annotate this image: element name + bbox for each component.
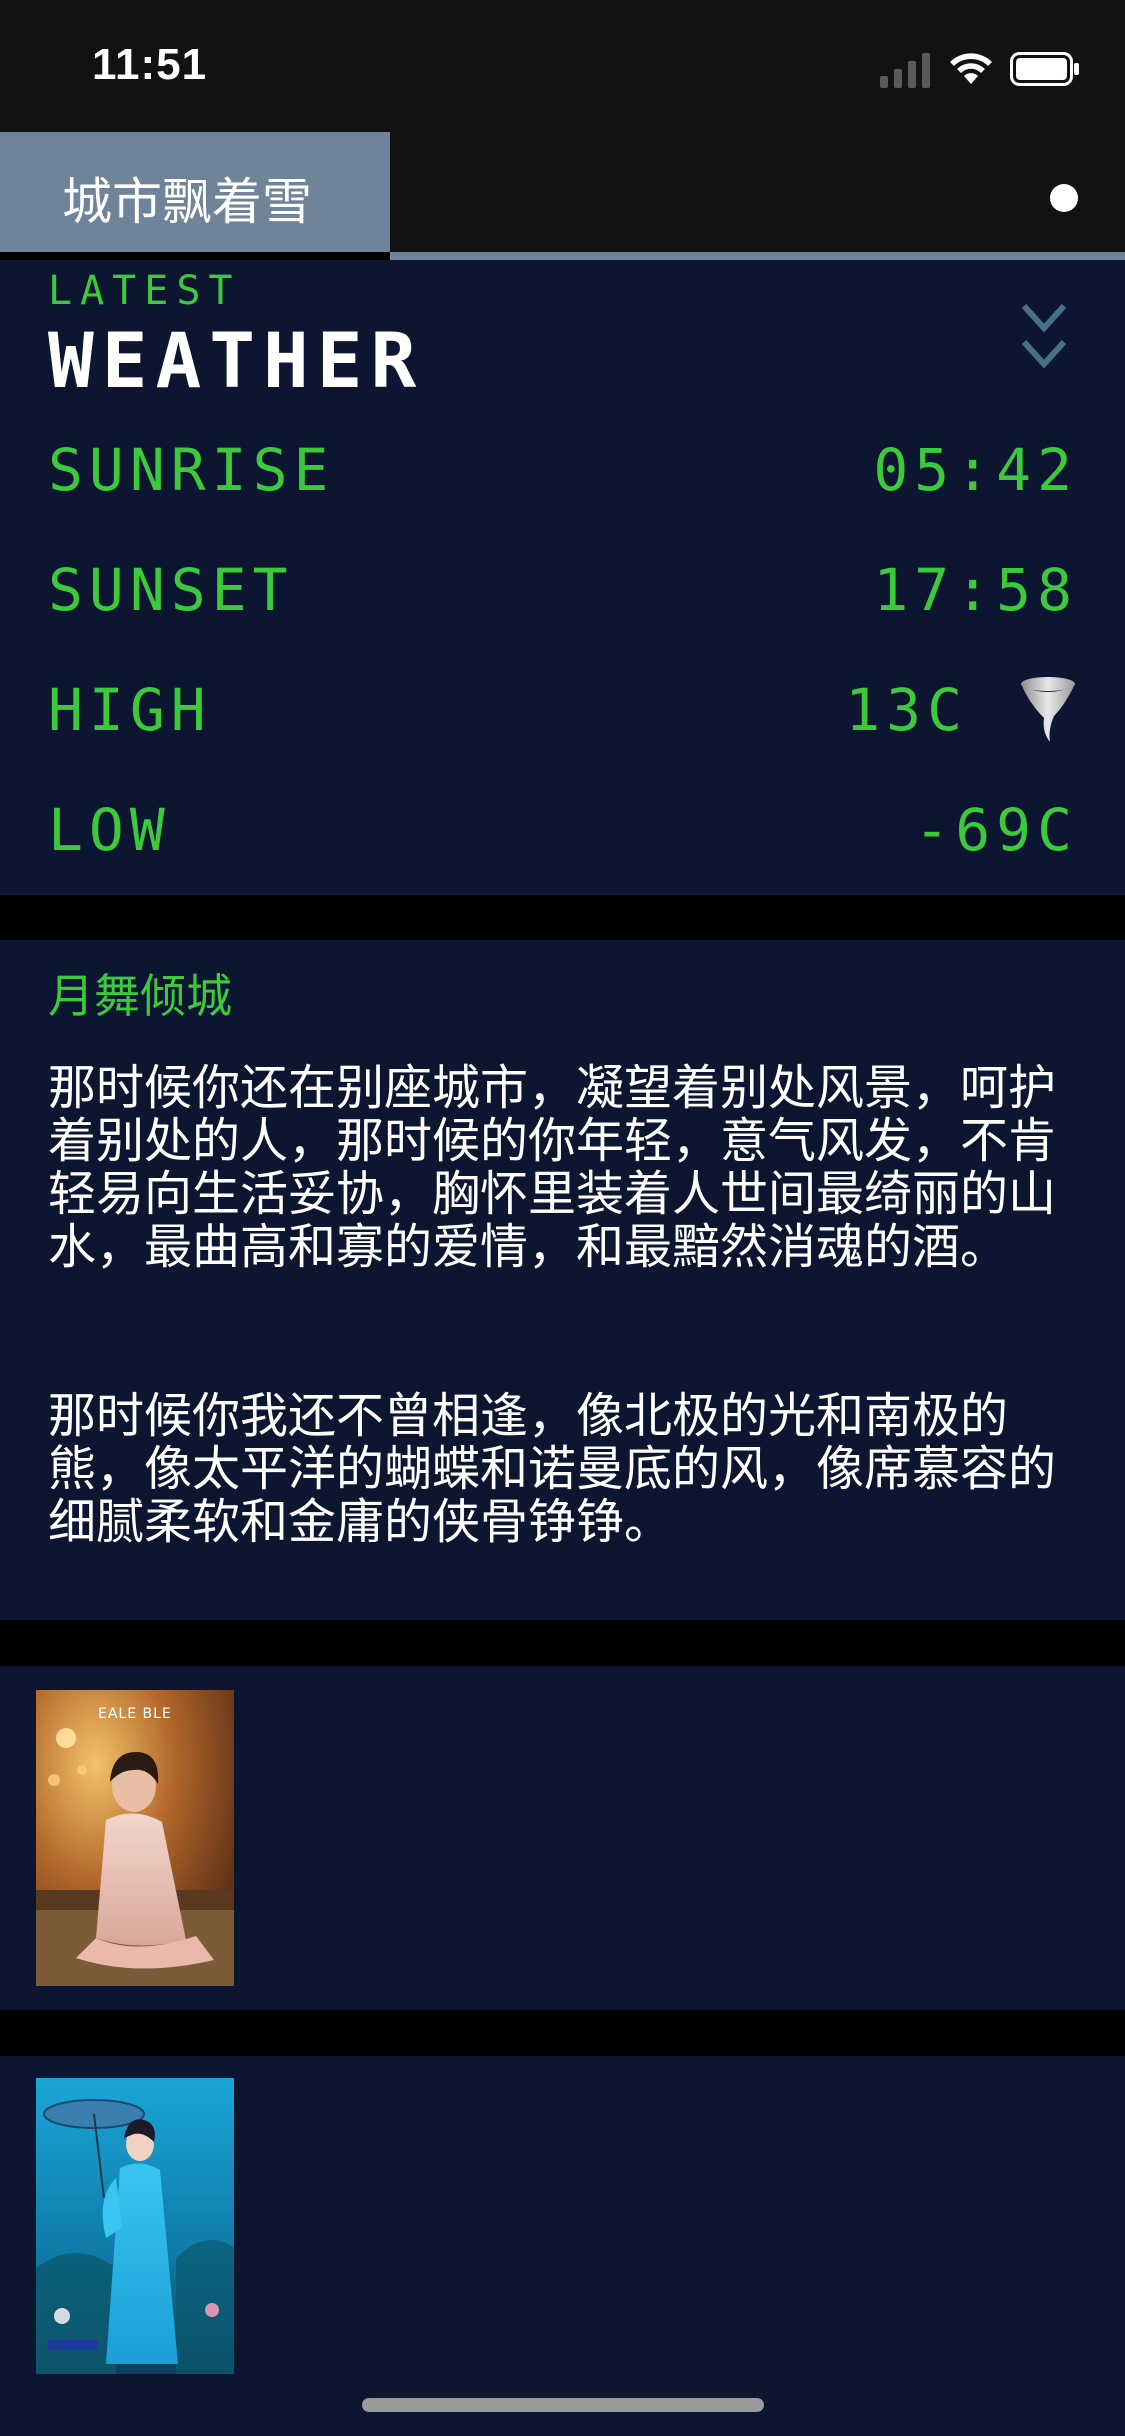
menu-dot-button[interactable] (1050, 184, 1078, 212)
weather-row-sunrise: SUNRISE 05:42 (48, 436, 1078, 506)
weather-value: -69C (914, 796, 1078, 864)
article-paragraph: 那时候你我还不曾相逢，像北极的光和南极的熊，像太平洋的蝴蝶和诺曼底的风，像席慕容… (48, 1388, 1057, 1550)
weather-title: WEATHER (48, 316, 425, 405)
portrait-photo (36, 2078, 234, 2374)
weather-label: LOW (48, 796, 171, 864)
cellular-signal-icon (880, 53, 930, 88)
status-bar: 11:51 (0, 0, 1125, 132)
weather-value: 17:58 (873, 556, 1078, 624)
weather-label: HIGH (48, 676, 212, 744)
weather-kicker: LATEST (48, 268, 241, 314)
wifi-icon (950, 53, 992, 84)
article-title: 月舞倾城 (48, 969, 232, 1023)
tornado-icon (1021, 677, 1075, 742)
photo-thumbnail[interactable]: EALE BLE (36, 1690, 234, 1986)
battery-icon (1010, 52, 1079, 86)
weather-row-low: LOW -69C (48, 796, 1078, 866)
home-indicator[interactable] (362, 2398, 764, 2412)
weather-row-high: HIGH 13C (48, 676, 1078, 746)
weather-row-sunset: SUNSET 17:58 (48, 556, 1078, 626)
weather-value: 13C (845, 676, 968, 744)
weather-label: SUNSET (48, 556, 294, 624)
nav-divider (390, 252, 1125, 260)
weather-value: 05:42 (873, 436, 1078, 504)
navigation-bar: 城市飘着雪 (0, 132, 1125, 252)
nav-title-tab[interactable]: 城市飘着雪 (0, 132, 390, 252)
weather-label: SUNRISE (48, 436, 335, 504)
photo-thumbnail[interactable] (36, 2078, 234, 2374)
status-time: 11:51 (92, 40, 208, 89)
expand-chevron-icon[interactable] (1018, 300, 1070, 380)
portrait-photo: EALE BLE (36, 1690, 234, 1986)
nav-title: 城市飘着雪 (62, 173, 312, 231)
photo-logo: EALE BLE (98, 1706, 172, 1722)
article-paragraph: 那时候你还在别座城市，凝望着别处风景，呵护着别处的人，那时候的你年轻，意气风发，… (48, 1060, 1057, 1275)
